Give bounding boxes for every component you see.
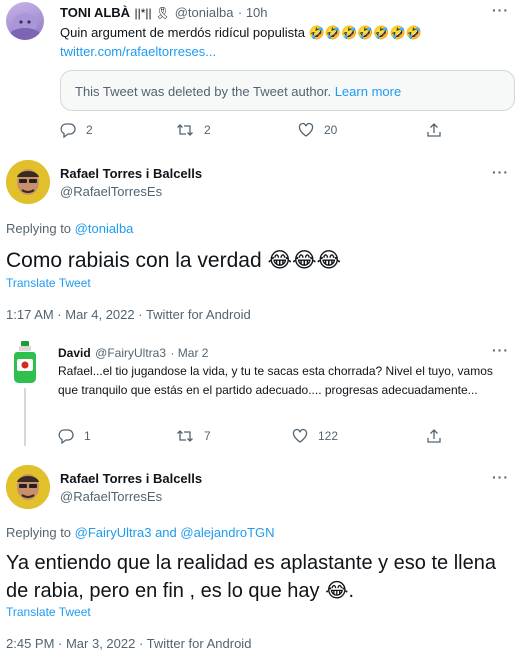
retweet-count: 7 xyxy=(204,429,211,443)
avatar-rafaeltorreses[interactable] xyxy=(6,465,50,509)
tweet-text: Quin argument de merdós ridícul populist… xyxy=(60,25,422,40)
tweet-text: Como rabiais con la verdad 😂😂😂 xyxy=(6,249,342,272)
like-count: 20 xyxy=(324,123,338,137)
like-button[interactable]: 20 xyxy=(298,122,337,138)
reply-button[interactable]: 1 xyxy=(58,428,91,444)
translate-tweet-link[interactable]: Translate Tweet xyxy=(6,605,91,619)
learn-more-link[interactable]: Learn more xyxy=(335,84,401,99)
avatar-fairyultra3[interactable] xyxy=(12,341,38,383)
replying-to-user[interactable]: @FairyUltra3 xyxy=(75,525,152,540)
tweet-time[interactable]: · 10h xyxy=(238,5,268,20)
tweet-link[interactable]: twitter.com/rafaeltorreses... xyxy=(60,44,216,59)
quoted-tweet-card[interactable]: This Tweet was deleted by the Tweet auth… xyxy=(60,70,515,111)
retweet-button[interactable]: 2 xyxy=(176,122,211,138)
reply-button[interactable]: 2 xyxy=(60,122,93,138)
retweet-icon xyxy=(176,428,194,444)
author-handle[interactable]: @RafaelTorresEs xyxy=(60,184,162,199)
author-handle[interactable]: @RafaelTorresEs xyxy=(60,489,162,504)
translate-tweet-link[interactable]: Translate Tweet xyxy=(6,276,91,290)
avatar-rafaeltorreses[interactable] xyxy=(6,160,50,204)
author-name[interactable]: Rafael Torres i Balcells xyxy=(60,471,202,486)
deleted-notice: This Tweet was deleted by the Tweet auth… xyxy=(75,84,332,99)
tweet-text: Rafael...el tio jugandose la vida, y tu … xyxy=(58,364,493,397)
author-name[interactable]: Rafael Torres i Balcells xyxy=(60,166,202,181)
replying-to-label: Replying to xyxy=(6,525,72,540)
like-count: 122 xyxy=(318,429,339,443)
more-options-button[interactable]: ··· xyxy=(492,2,509,18)
share-icon xyxy=(426,122,442,138)
author-handle[interactable]: @FairyUltra3 xyxy=(95,346,166,360)
tweet-time[interactable]: · Mar 2 xyxy=(170,346,208,360)
replying-to-user[interactable]: @tonialba xyxy=(75,221,134,236)
replying-to-user[interactable]: @alejandroTGN xyxy=(180,525,274,540)
share-icon xyxy=(426,428,442,444)
reply-count: 1 xyxy=(84,429,91,443)
tweet-timestamp[interactable]: 2:45 PM · Mar 3, 2022 · Twitter for Andr… xyxy=(6,636,251,651)
more-options-button[interactable]: ··· xyxy=(492,342,509,358)
replying-and: and xyxy=(155,525,177,540)
more-options-button[interactable]: ··· xyxy=(492,164,509,180)
share-button[interactable] xyxy=(426,428,442,444)
like-button[interactable]: 122 xyxy=(292,428,338,444)
reply-icon xyxy=(58,428,74,444)
replying-to-label: Replying to xyxy=(6,221,72,236)
thread-line xyxy=(24,388,26,446)
heart-icon xyxy=(298,122,314,138)
reply-count: 2 xyxy=(86,123,93,137)
author-name[interactable]: David xyxy=(58,346,91,360)
author-name-suffix: ||*|| 🎗 xyxy=(134,6,171,20)
tweet-text: Ya entiendo que la realidad es aplastant… xyxy=(6,552,496,602)
share-button[interactable] xyxy=(426,122,442,138)
heart-icon xyxy=(292,428,308,444)
tweet-timestamp[interactable]: 1:17 AM · Mar 4, 2022 · Twitter for Andr… xyxy=(6,307,251,322)
author-handle[interactable]: @tonialba xyxy=(175,5,234,20)
more-options-button[interactable]: ··· xyxy=(492,469,509,485)
retweet-icon xyxy=(176,122,194,138)
retweet-button[interactable]: 7 xyxy=(176,428,211,444)
retweet-count: 2 xyxy=(204,123,211,137)
author-name[interactable]: TONI ALBÀ xyxy=(60,5,130,20)
reply-icon xyxy=(60,122,76,138)
avatar-tonialba[interactable] xyxy=(6,2,44,40)
